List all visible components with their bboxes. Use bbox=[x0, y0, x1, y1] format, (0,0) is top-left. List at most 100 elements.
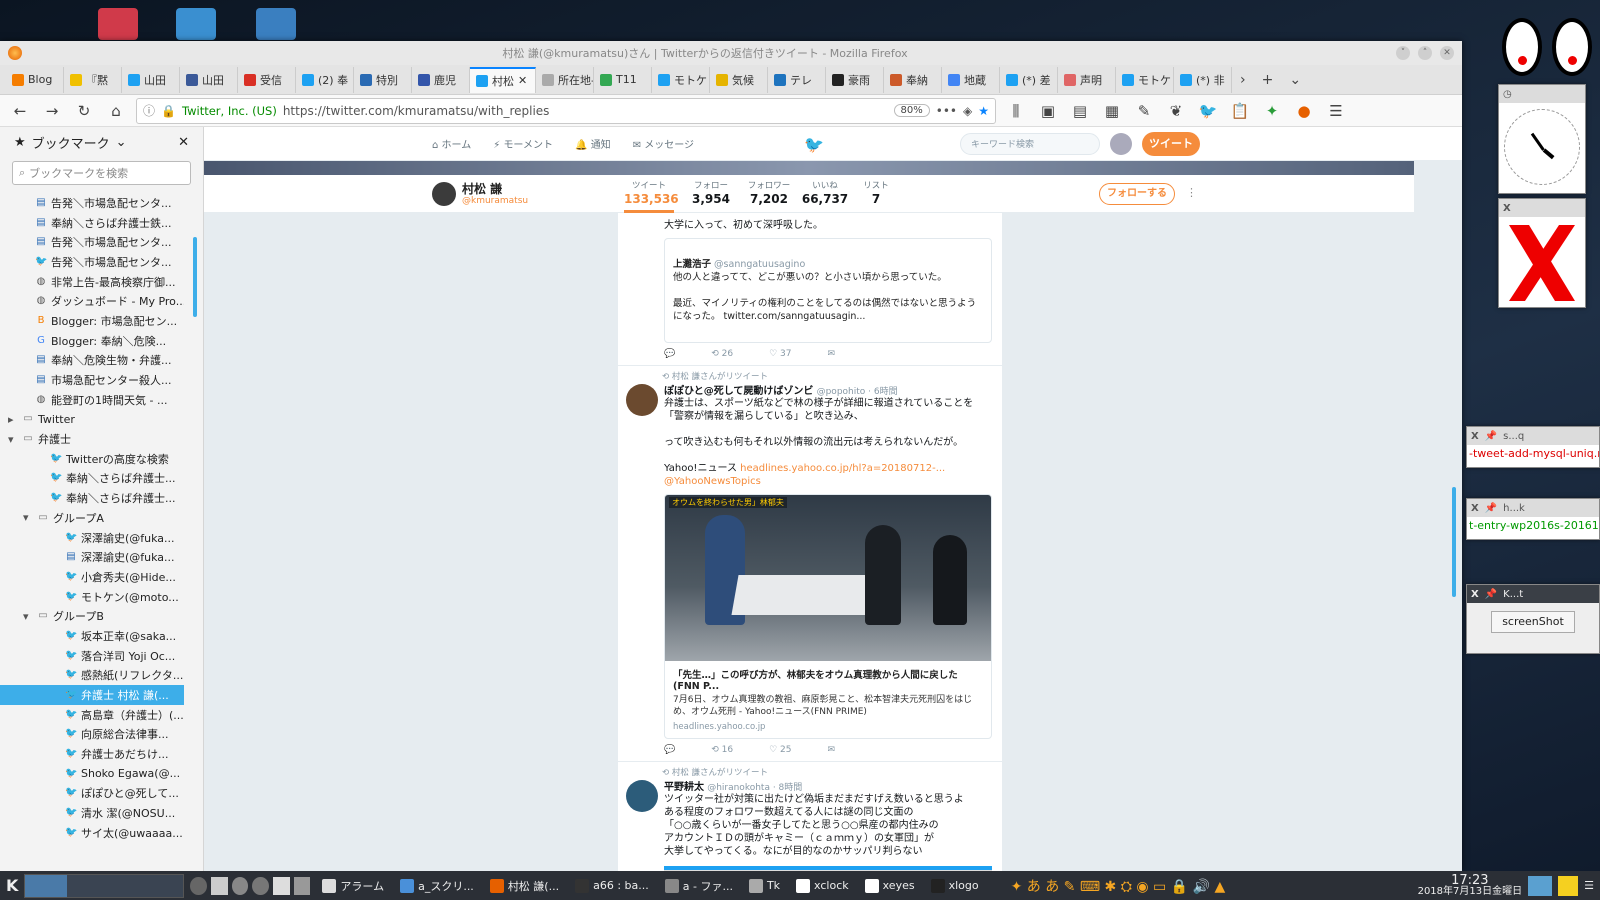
launcher-icons[interactable] bbox=[190, 876, 311, 895]
close-sidebar-icon[interactable]: ✕ bbox=[178, 135, 189, 150]
stat-tweets[interactable]: ツイート 133,536 bbox=[624, 179, 679, 213]
site-identity[interactable]: Twitter, Inc. (US) bbox=[182, 104, 277, 118]
terminal-window-2[interactable]: X 📌 h...k t-entry-wp2016s-20161( bbox=[1466, 498, 1600, 540]
profile-avatar[interactable] bbox=[432, 182, 456, 206]
tray-icons[interactable]: ✦ あ あ ✎ ⌨ ✱ ⛭ ◉ ▭ 🔒 🔊 ▲ bbox=[1011, 876, 1226, 896]
evernote-icon[interactable]: ❦ bbox=[1164, 99, 1188, 123]
info-icon[interactable]: ⓘ bbox=[143, 102, 155, 119]
tab-17[interactable]: (*) 差 bbox=[1000, 66, 1058, 93]
bookmark-item[interactable]: G Blogger: 奉納＼危険... bbox=[0, 331, 184, 351]
bookmark-item[interactable]: ▤ 告発＼市場急配センタ... bbox=[0, 193, 184, 213]
taskbar-item[interactable]: a - ファ... bbox=[659, 874, 739, 898]
tk-header[interactable]: X 📌 K...t bbox=[1467, 585, 1599, 603]
tweet[interactable]: ⟲ 村松 謙さんがリツイート ぽぽひと@死して屍動けばゾンビ @popohito… bbox=[618, 366, 1002, 762]
profile-handle[interactable]: @kmuramatsu bbox=[462, 196, 528, 206]
taskbar-item[interactable]: xlogo bbox=[925, 874, 985, 898]
taskbar-item[interactable]: 村松 謙(... bbox=[484, 874, 565, 898]
bookmark-item[interactable]: 🐦 サイ太(@uwaaaa... bbox=[0, 823, 184, 843]
taskbar-item[interactable]: Tk bbox=[743, 874, 786, 898]
taskbar-item[interactable]: a66 : ba... bbox=[569, 874, 655, 898]
taskbar-clock[interactable]: 17:23 2018年7月13日金曜日 bbox=[1418, 874, 1523, 897]
tab-13[interactable]: テレ bbox=[768, 66, 826, 93]
page-actions-icon[interactable]: ••• bbox=[936, 104, 957, 118]
bookmark-item[interactable]: 🐦 告発＼市場急配センタ... bbox=[0, 252, 184, 272]
dm-icon[interactable]: ✉ bbox=[827, 745, 835, 755]
tweet-avatar[interactable] bbox=[626, 780, 658, 812]
forward-button[interactable]: → bbox=[40, 99, 64, 123]
tab-8[interactable]: 村松 ✕ bbox=[470, 66, 536, 93]
follow-button[interactable]: フォローする bbox=[1099, 183, 1175, 205]
bookmark-item[interactable]: 🐦 弁護士 村松 謙(... bbox=[0, 685, 184, 705]
nav-home[interactable]: ⌂ ホーム bbox=[432, 136, 471, 151]
tab-20[interactable]: (*) 非 bbox=[1174, 66, 1232, 93]
reload-button[interactable]: ↻ bbox=[72, 99, 96, 123]
tab-5[interactable]: (2) 奉 bbox=[296, 66, 354, 93]
tab-1[interactable]: 『黙 bbox=[64, 66, 122, 93]
bookmark-item[interactable]: 🐦 小倉秀夫(@Hide... bbox=[0, 567, 184, 587]
folder-icon[interactable] bbox=[256, 8, 296, 40]
expand-arrow-icon[interactable]: ▾ bbox=[8, 433, 18, 446]
tab-4[interactable]: 受信 bbox=[238, 66, 296, 93]
bookmark-folder[interactable]: ▾ ▭ グループB bbox=[0, 606, 184, 626]
tk-window[interactable]: X 📌 K...t screenShot bbox=[1466, 584, 1600, 654]
bookmark-search-input[interactable]: ⌕ ブックマークを検索 bbox=[12, 161, 191, 185]
bookmark-item[interactable]: ▤ 深澤諭史(@fuka... bbox=[0, 547, 184, 567]
bookmark-item[interactable]: 🐦 高島章（弁護士）(... bbox=[0, 705, 184, 725]
puzzle-icon[interactable]: ✦ bbox=[1260, 99, 1284, 123]
tweet[interactable]: 大学に入って、初めて深呼吸した。 上灘浩子 @sanngatuusagino 他… bbox=[618, 213, 1002, 366]
bookmark-item[interactable]: ▤ 市場急配センター殺人... bbox=[0, 370, 184, 390]
like-button[interactable]: ♡ 25 bbox=[769, 745, 791, 755]
title-bar[interactable]: 村松 謙(@kmuramatsu)さん | Twitterからの返信付きツイート… bbox=[0, 41, 1462, 65]
close-window-button[interactable]: ✕ bbox=[1440, 46, 1454, 60]
url-bar[interactable]: ⓘ 🔒 Twitter, Inc. (US) https://twitter.c… bbox=[136, 97, 996, 124]
bookmark-folder[interactable]: ▾ ▭ グループA bbox=[0, 508, 184, 528]
tab-12[interactable]: 気候 bbox=[710, 66, 768, 93]
mention-link[interactable]: @YahooNewsTopics bbox=[664, 476, 761, 487]
twitter-ext-icon[interactable]: 🐦 bbox=[1196, 99, 1220, 123]
extension-grid-icon[interactable]: ▦ bbox=[1100, 99, 1124, 123]
bookmark-item[interactable]: ▤ 奉納＼さらば弁護士鉄... bbox=[0, 213, 184, 233]
terminal-window-1[interactable]: X 📌 s...q -tweet-add-mysql-uniq.rl bbox=[1466, 426, 1600, 468]
like-button[interactable]: ♡ 37 bbox=[769, 349, 791, 359]
more-options-icon[interactable]: ⋮ bbox=[1186, 186, 1197, 199]
taskbar-item[interactable]: アラーム bbox=[316, 874, 390, 898]
stat-likes[interactable]: いいね 66,737 bbox=[800, 179, 850, 206]
maximize-button[interactable]: ˄ bbox=[1418, 46, 1432, 60]
close-tab-icon[interactable]: ✕ bbox=[518, 74, 527, 87]
bookmark-star-icon[interactable]: ★ bbox=[978, 104, 989, 118]
bookmark-item[interactable]: B Blogger: 市場急配セン... bbox=[0, 311, 184, 331]
bookmark-item[interactable]: 🐦 弁護士あだちけ... bbox=[0, 744, 184, 764]
stat-following[interactable]: フォロー 3,954 bbox=[686, 179, 736, 206]
taskbar-item[interactable]: xeyes bbox=[859, 874, 921, 898]
xlogo-window[interactable]: X bbox=[1498, 198, 1586, 308]
bookmark-item[interactable]: 🐦 Twitterの高度な検索 bbox=[0, 449, 184, 469]
tweet-avatar[interactable] bbox=[626, 384, 658, 416]
bookmark-item[interactable]: 🐦 深澤諭史(@fuka... bbox=[0, 528, 184, 548]
xlogo-header[interactable]: X bbox=[1499, 199, 1585, 217]
tab-18[interactable]: 声明 bbox=[1058, 66, 1116, 93]
bookmark-item[interactable]: 🐦 奉納＼さらば弁護士... bbox=[0, 488, 184, 508]
tab-10[interactable]: T11 bbox=[594, 66, 652, 93]
xclock-window[interactable]: ◷ bbox=[1498, 84, 1586, 194]
bookmark-folder[interactable]: ▸ ▭ Twitter bbox=[0, 410, 184, 430]
notes-icon[interactable] bbox=[1558, 875, 1579, 896]
bookmark-item[interactable]: 🐦 清水 潔(@NOSU... bbox=[0, 803, 184, 823]
stat-followers[interactable]: フォロワー 7,202 bbox=[742, 179, 796, 206]
scroll-tabs-icon[interactable]: › bbox=[1232, 72, 1254, 88]
chevron-down-icon[interactable]: ⌄ bbox=[116, 135, 127, 150]
bookmark-item[interactable]: 🐦 向原総合法律事... bbox=[0, 725, 184, 745]
show-desktop-icon[interactable] bbox=[1528, 875, 1553, 896]
taskbar-item[interactable]: xclock bbox=[790, 874, 855, 898]
bookmark-item[interactable]: 🐦 モトケン(@moto... bbox=[0, 587, 184, 607]
bookmark-item[interactable]: ▤ 奉納＼危険生物・弁護... bbox=[0, 351, 184, 371]
tab-19[interactable]: モトケ bbox=[1116, 66, 1174, 93]
tweet-header[interactable]: 平野耕太 @hiranokohta · 8時間 bbox=[628, 778, 992, 793]
bookmark-item[interactable]: 🐦 奉納＼さらば弁護士... bbox=[0, 469, 184, 489]
bookmark-item[interactable]: 🐦 坂本正幸(@saka... bbox=[0, 626, 184, 646]
link-card[interactable]: オウムを終わらせた男」林郁夫 「先生…」この呼び方が、林郁夫をオウム真理教から人… bbox=[664, 494, 992, 739]
tab-11[interactable]: モトケ bbox=[652, 66, 710, 93]
pen-icon[interactable]: ✎ bbox=[1132, 99, 1156, 123]
bookmark-item[interactable]: ▤ 告発＼市場急配センタ... bbox=[0, 232, 184, 252]
tweet-header[interactable]: ぽぽひと@死して屍動けばゾンビ @popohito · 6時間 bbox=[628, 382, 992, 397]
bookmark-item[interactable]: 🐦 落合洋司 Yoji Oc... bbox=[0, 646, 184, 666]
